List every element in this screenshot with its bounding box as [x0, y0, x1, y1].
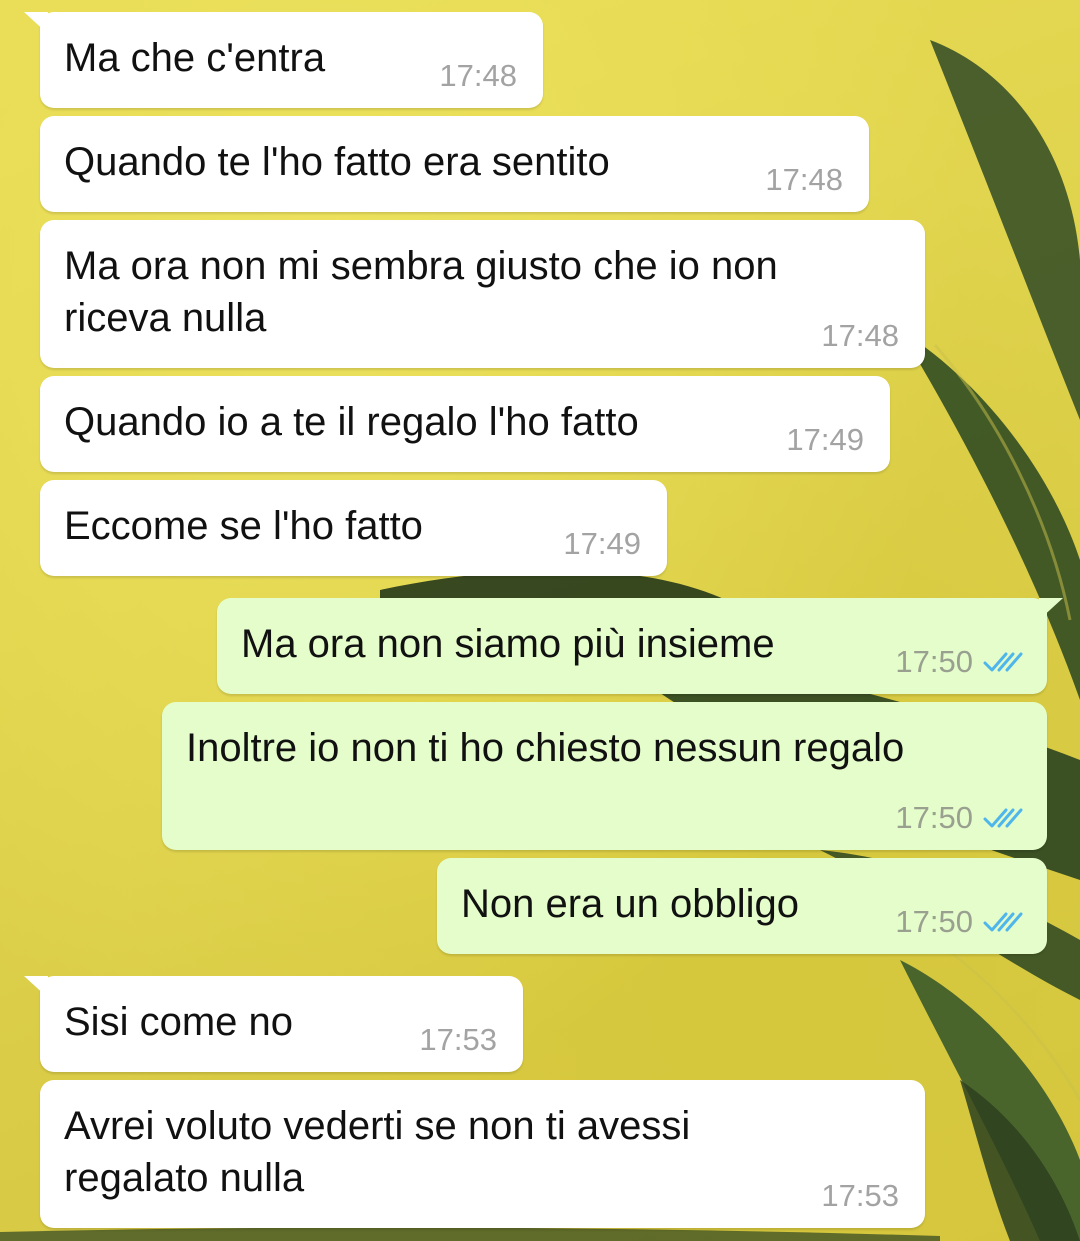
- message-time: 17:50: [895, 644, 973, 679]
- message-text: Ma ora non mi sembra giusto che io non r…: [64, 244, 778, 340]
- message-text: Quando te l'ho fatto era sentito: [64, 140, 610, 184]
- message-time: 17:50: [895, 904, 973, 939]
- message-text: Non era un obbligo: [461, 882, 800, 926]
- message-text: Inoltre io non ti ho chiesto nessun rega…: [186, 726, 905, 770]
- message-time: 17:53: [419, 1022, 497, 1057]
- double-check-icon: [983, 808, 1023, 828]
- message-time: 17:48: [821, 318, 899, 353]
- incoming-message[interactable]: Avrei voluto vederti se non ti avessi re…: [40, 1080, 925, 1228]
- message-meta: 17:49: [563, 526, 641, 562]
- message-meta: 17:48: [439, 58, 517, 94]
- message-meta: 17:50: [895, 800, 1023, 836]
- incoming-message[interactable]: Eccome se l'ho fatto 17:49: [40, 480, 667, 576]
- message-text: Ma che c'entra: [64, 36, 326, 80]
- message-meta: 17:53: [821, 1178, 899, 1214]
- incoming-message[interactable]: Quando te l'ho fatto era sentito 17:48: [40, 116, 869, 212]
- incoming-message[interactable]: Ma ora non mi sembra giusto che io non r…: [40, 220, 925, 368]
- message-meta: 17:48: [765, 162, 843, 198]
- message-meta: 17:53: [419, 1022, 497, 1058]
- message-time: 17:53: [821, 1178, 899, 1213]
- double-check-icon: [983, 652, 1023, 672]
- message-meta: 17:50: [895, 904, 1023, 940]
- message-text: Sisi come no: [64, 1000, 293, 1044]
- message-text: Avrei voluto vederti se non ti avessi re…: [64, 1104, 691, 1200]
- message-text: Quando io a te il regalo l'ho fatto: [64, 400, 639, 444]
- message-meta: 17:48: [821, 318, 899, 354]
- message-text: Ma ora non siamo più insieme: [241, 622, 775, 666]
- message-time: 17:50: [895, 800, 973, 835]
- message-meta: 17:49: [786, 422, 864, 458]
- message-meta: 17:50: [895, 644, 1023, 680]
- message-text: Eccome se l'ho fatto: [64, 504, 423, 548]
- outgoing-message[interactable]: Ma ora non siamo più insieme 17:50: [217, 598, 1063, 694]
- message-time: 17:48: [439, 58, 517, 93]
- incoming-message[interactable]: Quando io a te il regalo l'ho fatto 17:4…: [40, 376, 890, 472]
- incoming-message[interactable]: Sisi come no 17:53: [24, 976, 523, 1072]
- message-time: 17:49: [786, 422, 864, 457]
- outgoing-message[interactable]: Inoltre io non ti ho chiesto nessun rega…: [162, 702, 1047, 850]
- message-list[interactable]: Ma che c'entra 17:48 Quando te l'ho fatt…: [0, 0, 1080, 1241]
- double-check-icon: [983, 912, 1023, 932]
- message-time: 17:49: [563, 526, 641, 561]
- message-time: 17:48: [765, 162, 843, 197]
- outgoing-message[interactable]: Non era un obbligo 17:50: [437, 858, 1047, 954]
- incoming-message[interactable]: Ma che c'entra 17:48: [24, 12, 543, 108]
